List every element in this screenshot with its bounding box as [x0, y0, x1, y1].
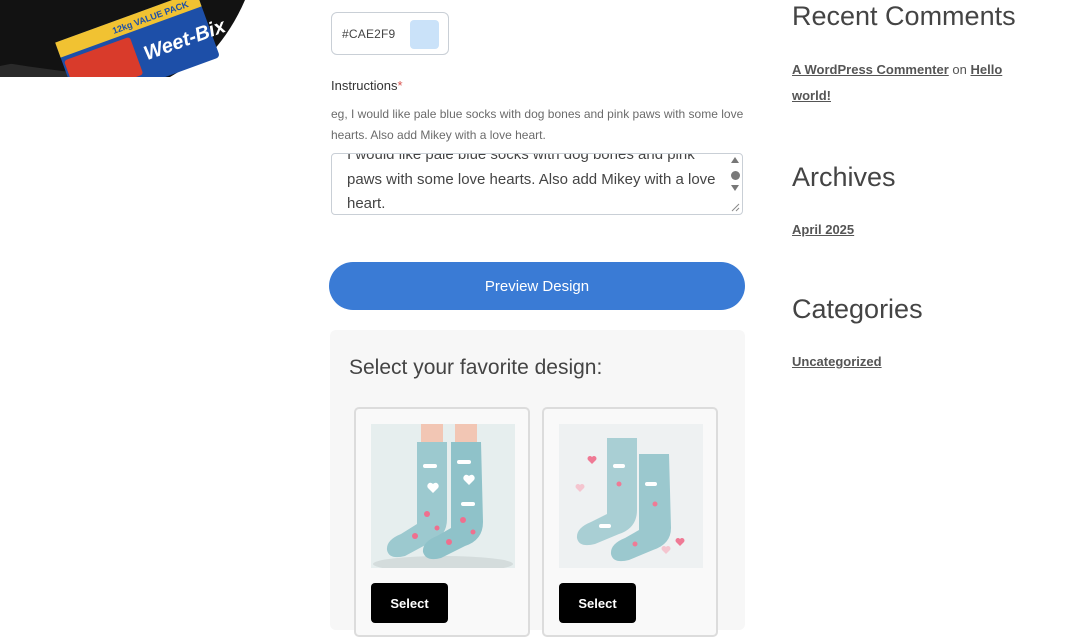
design-heading: Select your favorite design:	[349, 356, 603, 379]
scroll-up-icon[interactable]	[731, 157, 739, 163]
design-card[interactable]: Select	[542, 407, 718, 637]
recent-comment-entry: A WordPress Commenter on Hello world!	[792, 57, 1022, 109]
categories-title: Categories	[792, 294, 923, 324]
scroll-thumb[interactable]	[731, 171, 740, 180]
instructions-label-text: Instructions	[331, 78, 398, 93]
instructions-textarea[interactable]: I would like pale blue socks with dog bo…	[331, 153, 743, 215]
category-link[interactable]: Uncategorized	[792, 354, 882, 369]
instructions-label: Instructions*	[331, 78, 403, 93]
instructions-hint: eg, I would like pale blue socks with do…	[331, 107, 744, 142]
archive-link[interactable]: April 2025	[792, 222, 854, 237]
archive-item: April 2025	[792, 217, 854, 243]
sock-design-image	[371, 424, 515, 568]
comment-author-link[interactable]: A WordPress Commenter	[792, 62, 949, 77]
recent-comments-title: Recent Comments	[792, 1, 1016, 31]
comment-connector: on	[952, 62, 967, 77]
product-image: Weet-Bix 12kg VALUE PACK	[0, 0, 283, 77]
sock-design-image	[559, 424, 703, 568]
design-card[interactable]: Select	[354, 407, 530, 637]
select-design-button[interactable]: Select	[559, 583, 636, 623]
instructions-text[interactable]: I would like pale blue socks with dog bo…	[347, 154, 717, 214]
required-marker: *	[397, 78, 403, 93]
preview-design-button[interactable]: Preview Design	[329, 262, 745, 310]
color-swatch[interactable]	[410, 20, 439, 49]
category-item: Uncategorized	[792, 349, 882, 375]
scroll-down-icon[interactable]	[731, 185, 739, 191]
select-design-button[interactable]: Select	[371, 583, 448, 623]
color-hex-value[interactable]: #CAE2F9	[342, 27, 395, 41]
color-field[interactable]: #CAE2F9	[331, 12, 449, 55]
resize-handle-icon[interactable]	[730, 202, 740, 212]
archives-title: Archives	[792, 162, 896, 192]
